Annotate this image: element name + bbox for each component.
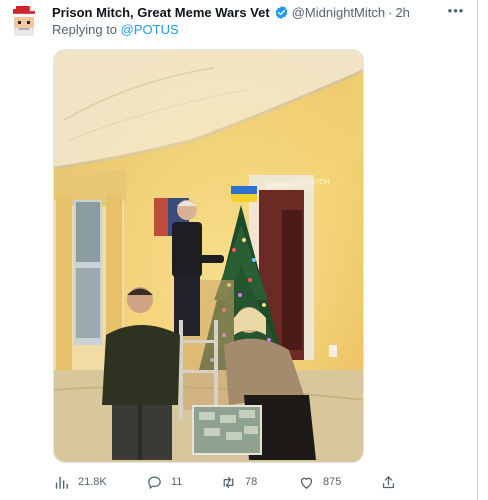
replying-to-line: Replying to @POTUS (52, 22, 179, 37)
reply-button[interactable]: 11 (146, 468, 182, 496)
tweet-photo: @MIDNIGHTMITCH (54, 50, 363, 462)
retweet-arrows-icon (223, 476, 234, 488)
replying-to-label: Replying to (52, 22, 118, 37)
speech-bubble-icon (148, 476, 161, 489)
bar-chart-icon (55, 476, 68, 489)
author-handle[interactable]: @MidnightMitch (292, 5, 385, 20)
tweet-timestamp[interactable]: 2h (395, 5, 409, 20)
tweet-action-bar: 21.8K 11 78 875 (0, 468, 488, 496)
retweets-count: 78 (245, 476, 258, 488)
heart-icon (300, 477, 313, 489)
avatar[interactable] (6, 4, 42, 40)
retweet-button[interactable]: 78 (220, 468, 257, 496)
share-button[interactable] (380, 468, 397, 496)
views-button[interactable]: 21.8K (53, 468, 107, 496)
like-button[interactable]: 875 (298, 468, 341, 496)
replies-count: 11 (171, 476, 183, 488)
pixel-avatar-icon (6, 4, 42, 40)
more-dots-icon: ••• (447, 2, 465, 18)
likes-count: 875 (323, 476, 342, 488)
separator-dot: · (388, 4, 393, 20)
timeline-column-border (477, 0, 478, 500)
tweet-media-image[interactable]: @MIDNIGHTMITCH (53, 49, 364, 463)
share-upload-icon (382, 475, 395, 488)
replying-to-handle-link[interactable]: @POTUS (121, 22, 179, 37)
more-options-button[interactable]: ••• (446, 2, 466, 18)
author-display-name[interactable]: Prison Mitch, Great Meme Wars Vet (52, 5, 270, 20)
tweet-header: Prison Mitch, Great Meme Wars Vet @Midni… (52, 3, 410, 21)
verified-badge-icon (275, 5, 288, 19)
views-count: 21.8K (78, 476, 107, 488)
